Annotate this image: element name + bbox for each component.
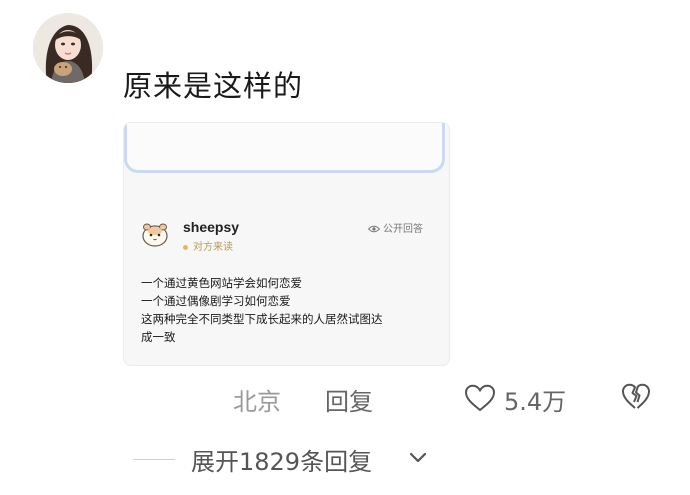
- card-visibility: 公开回答: [367, 220, 423, 235]
- card-line: 一个通过黄色网站学会如何恋爱: [141, 276, 302, 290]
- like-count: 5.4万: [504, 388, 567, 416]
- avatar[interactable]: [33, 13, 103, 83]
- card-line: 成一致: [141, 330, 176, 344]
- card-line: 这两种完全不同类型下成长起来的人居然试图达: [141, 312, 383, 326]
- card-username: sheepsy: [183, 219, 240, 235]
- card-top-frame: [124, 123, 445, 173]
- hamster-avatar-icon: [140, 219, 170, 249]
- card-status: 对方来读: [183, 238, 233, 253]
- heart-outline-icon: [464, 384, 496, 412]
- comment-meta-row: 北京 回复 5.4万: [0, 378, 690, 418]
- dislike-button[interactable]: [621, 383, 651, 415]
- broken-heart-icon: [622, 383, 650, 409]
- eye-icon: [367, 225, 381, 233]
- expand-replies-row[interactable]: 展开1829条回复: [0, 440, 690, 480]
- card-line: 一个通过偶像剧学习如何恋爱: [141, 294, 291, 308]
- image-card[interactable]: sheepsy 对方来读 公开回答 一个通过黄色网站学会如何恋爱 一个通过偶像剧…: [123, 122, 450, 366]
- expand-replies-label[interactable]: 展开1829条回复: [191, 442, 372, 477]
- comment-text: 原来是这样的: [123, 69, 304, 103]
- reply-button[interactable]: 回复: [325, 382, 373, 417]
- status-dot-icon: [183, 244, 188, 250]
- card-visibility-label: 公开回答: [383, 224, 423, 235]
- divider-line: [133, 459, 175, 460]
- card-body: 一个通过黄色网站学会如何恋爱 一个通过偶像剧学习如何恋爱 这两种完全不同类型下成…: [141, 274, 441, 346]
- location-label: 北京: [233, 388, 281, 416]
- card-status-label: 对方来读: [193, 242, 233, 253]
- chevron-down-icon: [409, 452, 427, 463]
